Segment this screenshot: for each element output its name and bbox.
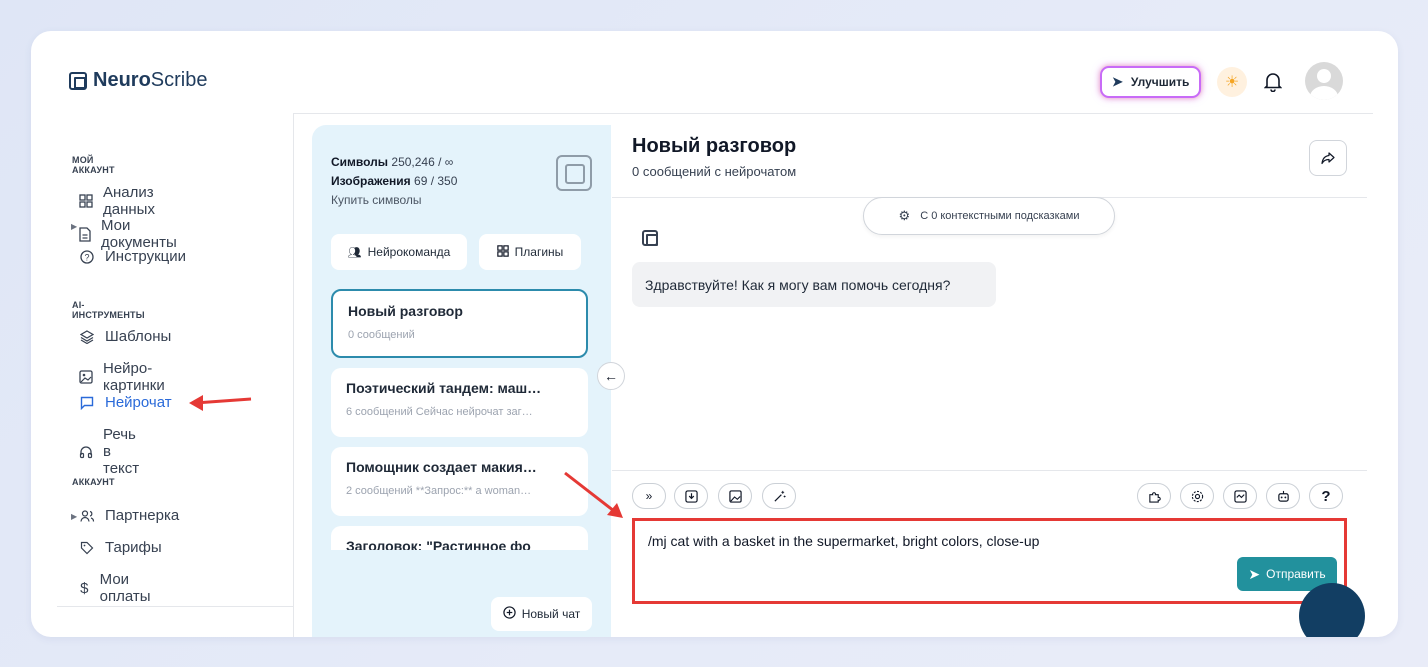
message-input-value[interactable]: /mj cat with a basket in the supermarket… (648, 533, 1039, 549)
usage-stats: Символы 250,246 / ∞ Изображения 69 / 350… (331, 153, 457, 210)
users-icon: 👥︎ (347, 246, 362, 259)
context-hints-button[interactable]: ⚙︎ С 0 контекстными подсказками (863, 197, 1115, 235)
notifications-bell-icon[interactable] (1261, 69, 1285, 95)
collapse-panel-arrow-icon[interactable]: ← (597, 362, 625, 390)
tag-icon (79, 540, 95, 556)
image-icon[interactable] (718, 483, 752, 509)
plugins-button[interactable]: Плагины (479, 234, 581, 270)
chat-list-item[interactable]: Заголовок: "Растинное фо (331, 526, 588, 550)
rocket-icon: ➤ (1112, 74, 1123, 89)
help-question-icon[interactable]: ? (1309, 483, 1343, 509)
logo[interactable]: NeuroScribe (69, 69, 208, 92)
share-icon[interactable] (1309, 140, 1347, 176)
app-window: NeuroScribe ➤ Улучшить ☀ МОЙ АККАУНТ Ана… (31, 31, 1398, 637)
chat-list-item[interactable]: Помощник создает макия… 2 сообщений **За… (331, 447, 588, 516)
chat-icon (79, 395, 95, 411)
collapse-chevrons-icon[interactable]: » (632, 483, 666, 509)
annotation-arrowhead (189, 395, 203, 411)
send-arrow-icon: ➤ (1248, 565, 1261, 582)
section-ai-tools: AI-ИНСТРУМЕНТЫ (72, 300, 145, 320)
chat-list-panel: Символы 250,246 / ∞ Изображения 69 / 350… (312, 125, 611, 637)
grid-icon (496, 244, 509, 260)
sidebar-item-neuro-images[interactable]: Нейро-картинки (79, 360, 167, 394)
grid-icon (79, 193, 93, 209)
divider (612, 470, 1367, 471)
sidebar-item-documents[interactable]: Мои документы (79, 217, 181, 251)
dollar-icon: $ (80, 579, 89, 597)
sidebar-item-data-analysis[interactable]: Анализ данных (79, 184, 157, 218)
sidebar-item-tariffs[interactable]: Тарифы (79, 539, 162, 556)
plugin-puzzle-icon[interactable] (1137, 483, 1171, 509)
bot-avatar-icon (642, 230, 658, 246)
brand-mark-icon (556, 155, 592, 191)
support-chat-button[interactable] (1299, 583, 1365, 637)
sidebar-item-neurochat[interactable]: Нейрочат (79, 394, 172, 411)
divider (57, 606, 293, 607)
new-chat-button[interactable]: Новый чат (491, 597, 592, 631)
section-my-account: МОЙ АККАУНТ (72, 155, 115, 175)
brain-icon: ⚙︎ (898, 208, 911, 223)
annotation-arrow-sidebar (194, 397, 252, 405)
sidebar-item-templates[interactable]: Шаблоны (79, 328, 171, 345)
divider (293, 113, 294, 637)
sidebar-item-payments[interactable]: $ Мои оплаты (79, 571, 156, 605)
page-title: Новый разговор (632, 135, 797, 157)
upgrade-button[interactable]: ➤ Улучшить (1100, 66, 1202, 98)
magic-wand-icon[interactable] (762, 483, 796, 509)
sidebar-item-instructions[interactable]: ? Инструкции (79, 248, 186, 265)
expand-caret-icon[interactable]: ▶ (71, 512, 77, 521)
logo-mark-icon (69, 71, 87, 90)
headphones-icon (79, 444, 93, 460)
section-account: АККАУНТ (72, 477, 115, 487)
expand-caret-icon[interactable]: ▶ (71, 222, 77, 231)
svg-text:?: ? (84, 252, 89, 262)
users-icon (79, 508, 95, 524)
sidebar-item-speech-to-text[interactable]: Речь в текст (79, 426, 141, 477)
settings-gear-icon[interactable] (1180, 483, 1214, 509)
avatar[interactable] (1305, 62, 1343, 100)
chart-window-icon[interactable] (1223, 483, 1257, 509)
plus-circle-icon (503, 606, 516, 622)
bot-message: Здравствуйте! Как я могу вам помочь сего… (632, 262, 996, 307)
robot-icon[interactable] (1266, 483, 1300, 509)
image-icon (79, 369, 93, 385)
divider (293, 113, 1373, 114)
document-icon (79, 226, 91, 242)
chat-list-item[interactable]: Поэтический тандем: маш… 6 сообщений Сей… (331, 368, 588, 437)
download-icon[interactable] (674, 483, 708, 509)
chat-list-item[interactable]: Новый разговор 0 сообщений (331, 289, 588, 358)
sidebar-item-partners[interactable]: Партнерка (79, 507, 179, 524)
message-count: 0 сообщений с нейрочатом (632, 164, 797, 179)
message-input[interactable]: /mj cat with a basket in the supermarket… (632, 518, 1347, 604)
theme-toggle-sun-icon[interactable]: ☀ (1217, 67, 1247, 97)
help-circle-icon: ? (79, 249, 95, 265)
neuroteam-button[interactable]: 👥︎ Нейрокоманда (331, 234, 467, 270)
layers-icon (79, 329, 95, 345)
buy-symbols-link[interactable]: Купить символы (331, 191, 457, 210)
